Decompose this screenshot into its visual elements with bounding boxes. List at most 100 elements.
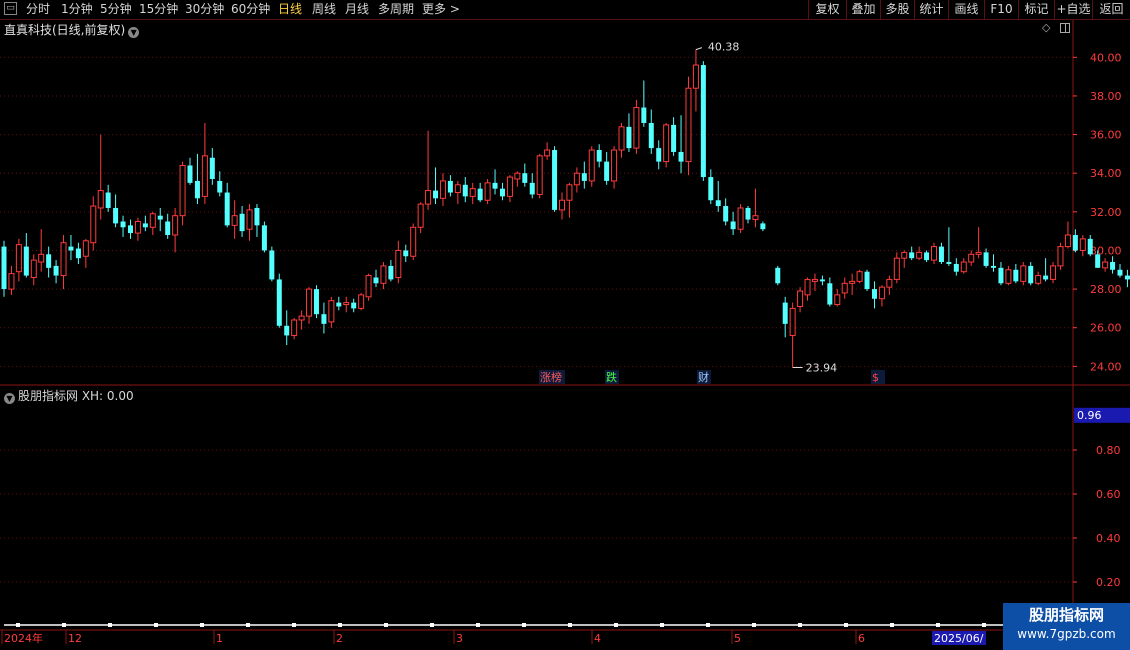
candle-body [239, 213, 245, 232]
candle-body [909, 252, 915, 259]
xh-indicator-line [4, 624, 1130, 626]
candle-body [1057, 246, 1064, 267]
candle-body [506, 176, 513, 197]
candle-body [1072, 235, 1078, 251]
candle-body [648, 122, 654, 149]
candle-body [46, 254, 52, 268]
candle-body [938, 246, 944, 263]
x-axis-label: 6 [858, 632, 865, 645]
candle-body [313, 289, 319, 315]
xh-dot [706, 623, 710, 627]
candle-body [447, 180, 453, 193]
y-tick-label: 40.00 [1090, 51, 1122, 64]
candle-body [75, 248, 81, 259]
candle-body [254, 207, 260, 226]
candle-body [1064, 234, 1071, 248]
y-tick-label: 28.00 [1090, 283, 1122, 296]
y-tick-label: 26.00 [1090, 322, 1122, 335]
candle-body [433, 190, 439, 199]
xh-dot [614, 623, 618, 627]
candle-body [425, 190, 432, 205]
candle-body [893, 257, 900, 280]
candle-body [760, 223, 766, 230]
candle-body [901, 251, 908, 259]
candle-body [97, 190, 104, 209]
x-axis-current-date: 2025/06/ [934, 632, 984, 645]
candle-body [469, 188, 476, 197]
xh-dot [522, 623, 526, 627]
candle-body [231, 215, 238, 226]
candle-body [946, 262, 952, 264]
xh-dot [338, 623, 342, 627]
candle-body [588, 149, 595, 182]
candle-body [1079, 238, 1086, 251]
candle-body [871, 289, 877, 299]
candle-body [514, 172, 521, 180]
candle-body [775, 267, 781, 284]
candle-body [1110, 262, 1116, 270]
candle-body [975, 251, 982, 255]
candle-body [604, 161, 610, 181]
candle-body [410, 226, 417, 257]
candle-body [113, 207, 119, 224]
candle-body [1020, 265, 1027, 282]
candle-body [1087, 238, 1093, 255]
candle-body [194, 180, 200, 199]
high-pointer [695, 47, 703, 51]
candle-body [1035, 275, 1042, 284]
candle-body [573, 172, 580, 186]
candle-body [700, 65, 706, 178]
candle-body [633, 107, 640, 149]
candle-body [811, 278, 818, 282]
candle-body [841, 282, 848, 294]
candle-body [269, 250, 275, 280]
candle-body [745, 207, 751, 220]
candle-body [127, 225, 133, 234]
candle-body [1005, 269, 1012, 284]
candle-body [388, 265, 394, 280]
candle-body [343, 302, 350, 306]
candle-body [723, 206, 729, 222]
y-tick-label: 32.00 [1090, 206, 1122, 219]
candle-body [1, 246, 7, 290]
kline-chart[interactable]: 24.00 26.00 28.00 30.00 32.00 34.00 36.00 38.00… [0, 0, 1130, 650]
candle-body [38, 253, 45, 263]
candle-body [30, 259, 37, 278]
xh-dot [660, 623, 664, 627]
candle-body [1050, 265, 1057, 280]
xh-dot [62, 623, 66, 627]
candle-body [417, 203, 424, 228]
candle-body [678, 151, 684, 162]
x-axis-label: 1 [216, 632, 223, 645]
xh-dot [752, 623, 756, 627]
chevron-down-icon[interactable]: ▼ [4, 393, 15, 404]
candle-body [1117, 269, 1123, 276]
candle-body [685, 87, 692, 163]
candle-body [454, 184, 461, 194]
candle-body [373, 277, 379, 284]
current-value-label: 0.96 [1077, 409, 1102, 422]
candle-body [358, 294, 365, 309]
candle-body [321, 314, 327, 324]
xh-dot [476, 623, 480, 627]
candle-body [284, 325, 290, 336]
candle-body [291, 319, 298, 336]
xh-dot [154, 623, 158, 627]
candle-body [298, 315, 305, 321]
high-price-label: 40.38 [708, 41, 740, 54]
candle-body [611, 149, 618, 182]
candle-body [157, 215, 163, 220]
xh-dot [108, 623, 112, 627]
candle-body [1013, 269, 1019, 282]
candle-body [878, 286, 885, 300]
candle-body [522, 173, 528, 183]
candle-body [864, 271, 870, 290]
xh-dot [384, 623, 388, 627]
candle-body [90, 205, 97, 244]
candle-body [201, 155, 208, 197]
sub-y-tick-label: 0.20 [1096, 576, 1121, 589]
candle-body [916, 251, 923, 259]
sub-y-tick-label: 0.80 [1096, 444, 1121, 457]
candle-body [1095, 254, 1101, 268]
x-axis-label: 12 [68, 632, 82, 645]
